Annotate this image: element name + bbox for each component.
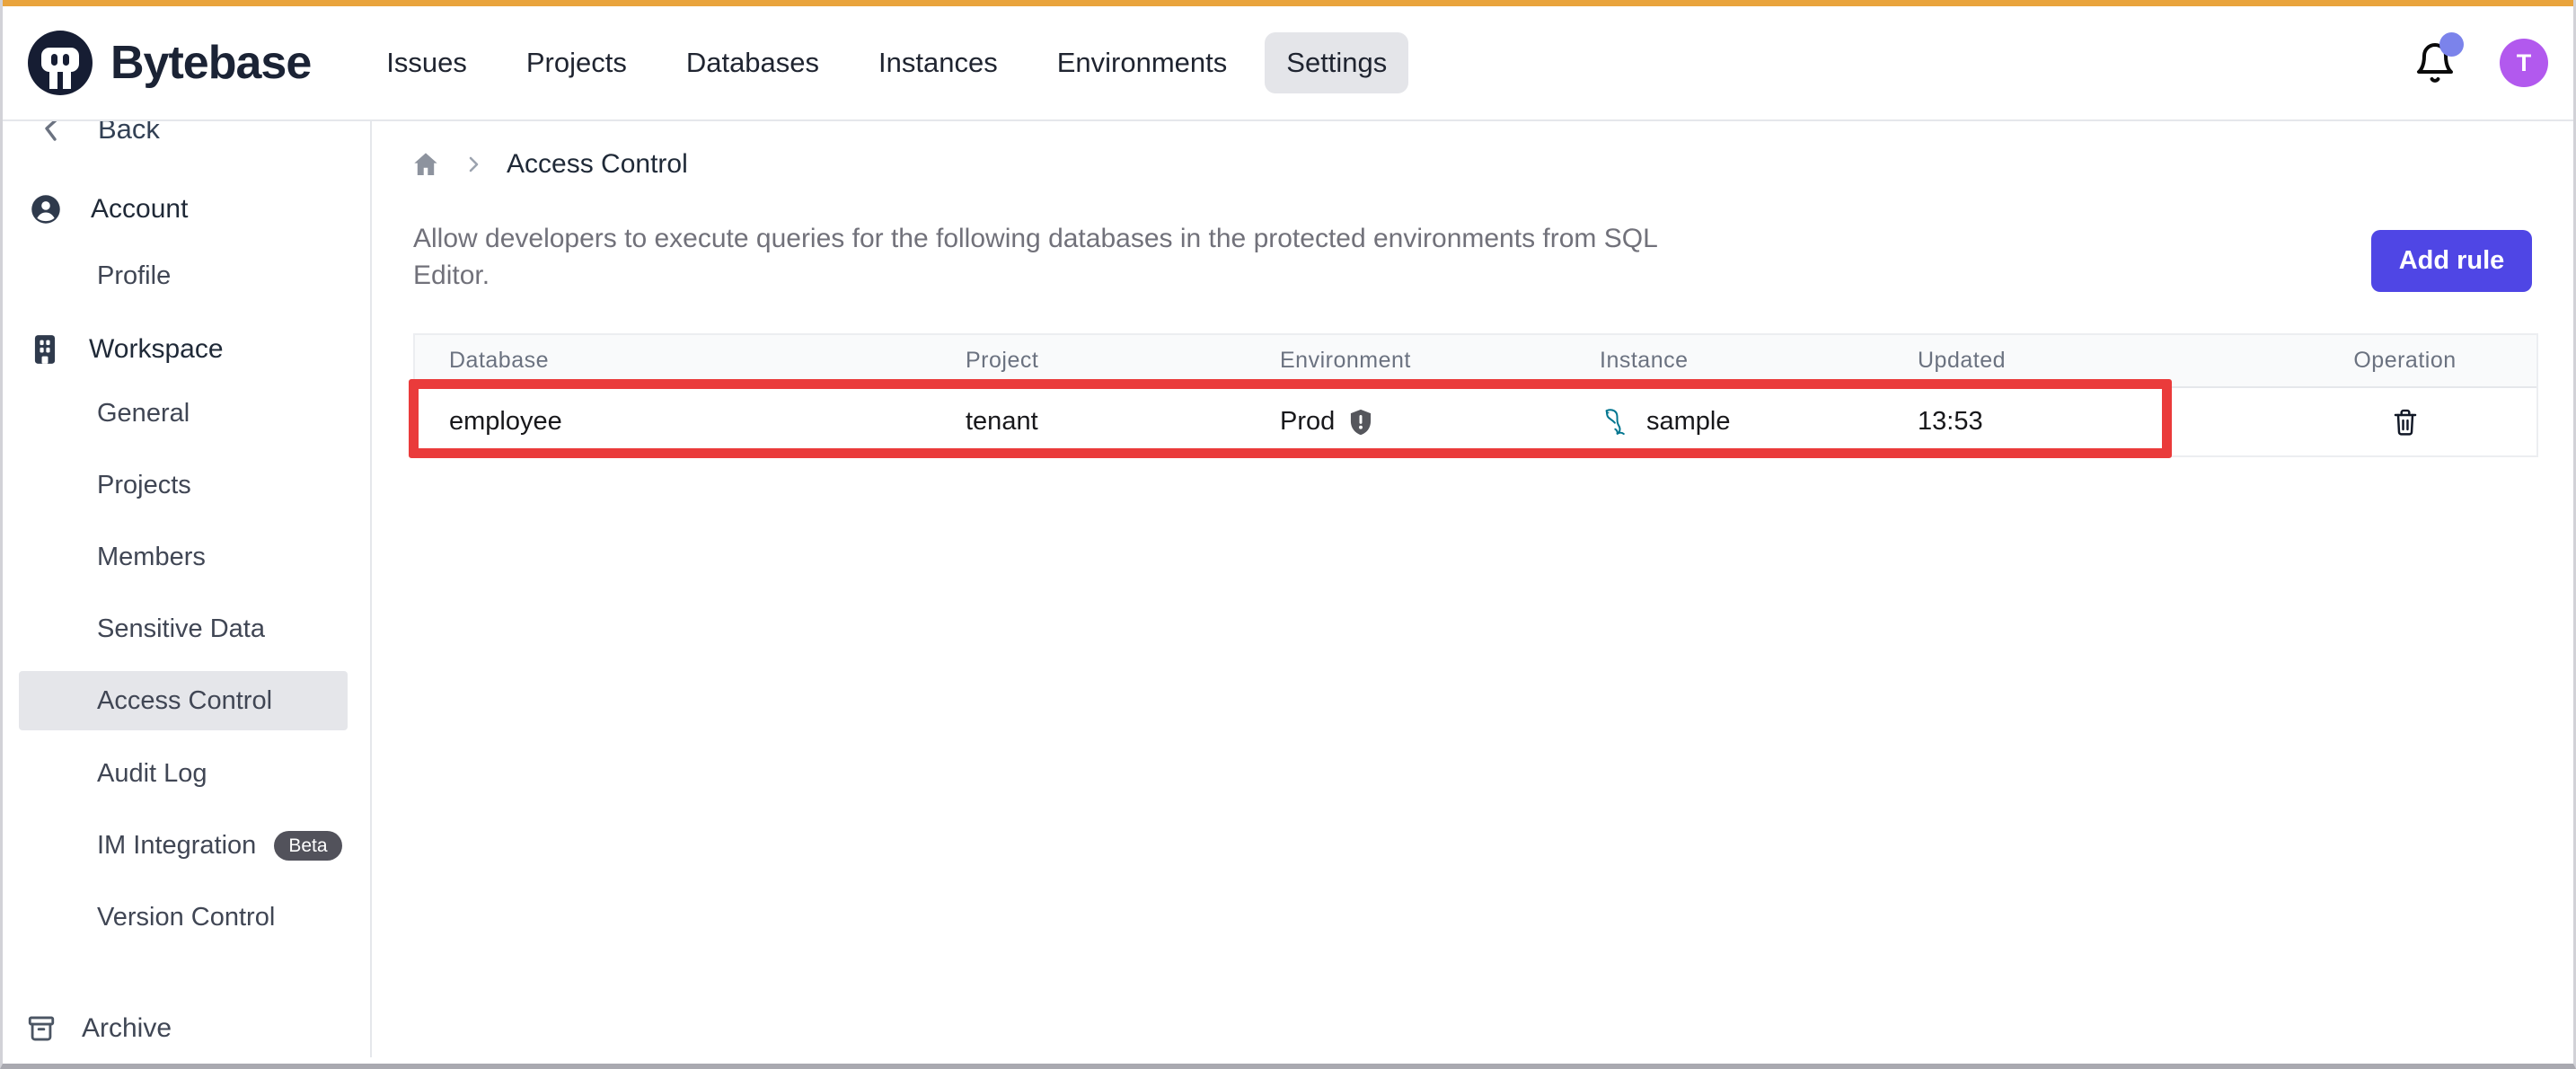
header-right: T [2413,39,2548,87]
protected-shield-icon [1347,408,1374,437]
back-label: Back [98,121,160,146]
table-header-row: Database Project Environment Instance Up… [415,335,2536,388]
general-label: General [97,399,190,428]
projects-label: Projects [97,471,191,500]
trash-icon [2392,408,2419,437]
user-circle-icon [30,193,62,225]
col-header-updated: Updated [1883,348,2272,374]
im-integration-label: IM Integration [97,831,256,861]
cell-project: tenant [931,407,1246,437]
cell-operation [2272,404,2538,440]
cell-instance: sample [1566,407,1883,437]
access-rules-table: Database Project Environment Instance Up… [413,333,2538,457]
home-icon[interactable] [411,150,440,179]
nav-item-issues[interactable]: Issues [365,32,489,93]
sidebar-section-workspace: Workspace [30,333,224,366]
sidebar-back-button[interactable]: Back [40,121,160,146]
members-label: Members [97,543,206,572]
chevron-right-icon [463,153,483,176]
sidebar-item-im-integration[interactable]: IM Integration Beta [97,831,342,861]
top-accent-strip [3,0,2573,6]
building-icon [30,333,60,366]
instance-name: sample [1646,407,1731,437]
nav-item-databases[interactable]: Databases [665,32,841,93]
account-section-label: Account [91,194,188,225]
app-window: Bytebase Issues Projects Databases Insta… [0,0,2576,1069]
sidebar-item-members[interactable]: Members [97,543,206,572]
sidebar-section-account: Account [30,193,188,225]
sensitive-data-label: Sensitive Data [97,614,265,644]
cell-database: employee [415,407,931,437]
sidebar-item-audit-log[interactable]: Audit Log [97,759,207,789]
sidebar-item-access-control-active[interactable]: Access Control [19,671,348,730]
col-header-database: Database [415,348,931,374]
notification-badge-dot [2439,32,2464,57]
col-header-environment: Environment [1246,348,1566,374]
sidebar-item-archive[interactable]: Archive [26,1013,172,1044]
sidebar-item-projects[interactable]: Projects [97,471,191,500]
brand-logo[interactable]: Bytebase [28,31,311,95]
sidebar-item-version-control[interactable]: Version Control [97,903,275,932]
add-rule-button[interactable]: Add rule [2371,230,2532,292]
breadcrumb: Access Control [411,149,688,180]
user-avatar[interactable]: T [2500,39,2548,87]
nav-item-settings[interactable]: Settings [1265,32,1408,93]
beta-badge: Beta [274,831,341,861]
page-body: Back Account Profile [3,121,2573,1057]
sidebar-item-sensitive-data[interactable]: Sensitive Data [97,614,265,644]
notification-bell-button[interactable] [2413,40,2457,86]
cell-updated: 13:53 [1883,407,2272,437]
delete-rule-button[interactable] [2388,404,2422,440]
nav-item-projects[interactable]: Projects [505,32,648,93]
audit-log-label: Audit Log [97,759,207,789]
main-nav: Issues Projects Databases Instances Envi… [365,32,1408,93]
col-header-operation: Operation [2272,348,2538,374]
breadcrumb-current: Access Control [507,149,688,180]
access-control-label: Access Control [97,686,272,716]
archive-label: Archive [82,1013,172,1044]
nav-item-environments[interactable]: Environments [1036,32,1249,93]
top-navbar: Bytebase Issues Projects Databases Insta… [3,6,2573,121]
page-description: Allow developers to execute queries for … [413,220,1689,294]
sidebar-item-general[interactable]: General [97,399,190,428]
workspace-section-label: Workspace [89,334,224,365]
bytebase-mascot-icon [28,31,93,95]
settings-sidebar: Back Account Profile [3,121,372,1057]
brand-name: Bytebase [110,36,311,90]
col-header-instance: Instance [1566,348,1883,374]
cell-environment: Prod [1246,407,1566,437]
nav-item-instances[interactable]: Instances [857,32,1019,93]
table-row: employee tenant Prod [415,388,2536,455]
environment-name: Prod [1280,407,1335,437]
main-content: Access Control Allow developers to execu… [372,121,2573,1057]
mysql-dolphin-icon [1600,407,1634,437]
sidebar-item-profile[interactable]: Profile [97,261,171,291]
archive-box-icon [26,1013,57,1044]
avatar-letter: T [2517,49,2532,77]
chevron-left-icon [40,121,64,143]
col-header-project: Project [931,348,1246,374]
version-control-label: Version Control [97,903,275,932]
profile-label: Profile [97,261,171,291]
